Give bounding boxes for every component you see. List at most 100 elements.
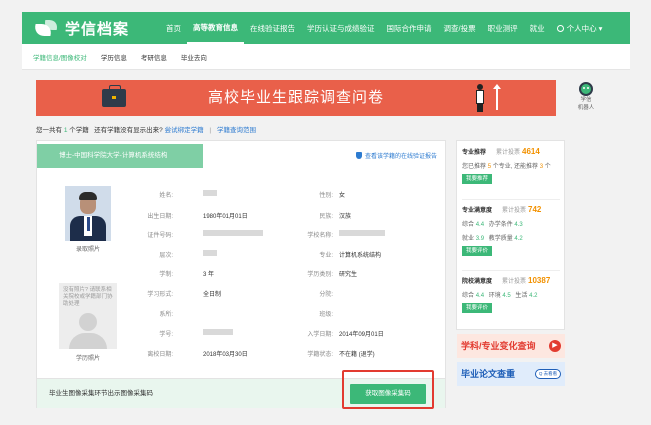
- admission-photo-label: 录取照片: [75, 247, 100, 253]
- nav-home[interactable]: 首页: [160, 12, 187, 44]
- birth-label: 出生日期:: [147, 214, 173, 220]
- sid-label: 学号:: [159, 332, 173, 338]
- robot-label-2: 机器人: [577, 105, 595, 111]
- query-scope-link[interactable]: 学籍查询范围: [217, 127, 256, 134]
- main-nav: 首页 高等教育信息 在线验证报告 学历认证与成绩验证 国际合作申请 调查/投票 …: [160, 12, 551, 44]
- name-label: 姓名:: [159, 193, 173, 199]
- record-count: 1: [63, 127, 68, 134]
- sub-nav: 学籍信息/图像校对 学历信息 考研信息 毕业去向: [22, 44, 630, 70]
- name-value-masked: [203, 190, 217, 196]
- major-change-query-text: 学科/专业变化查询: [461, 341, 536, 351]
- level-value-masked: [203, 250, 217, 256]
- enroll-label: 入学日期:: [307, 332, 333, 338]
- major-recommend-line: 您已推荐 5 个专业, 还能推荐 3 个: [462, 164, 551, 170]
- school-value-masked: [339, 230, 385, 236]
- dept-label: 系所:: [159, 312, 173, 318]
- subnav-status-photo[interactable]: 学籍信息/图像校对: [26, 44, 94, 70]
- degree-photo-label: 学历照片: [75, 356, 100, 362]
- major-recommend-section: 专业推荐 累计投票 4614 您已推荐 5 个专业, 还能推荐 3 个 我要推荐: [462, 147, 562, 184]
- rate-school-button[interactable]: 我要评价: [462, 303, 493, 313]
- school-satisfaction-line: 综合 4.4 环境 4.5 生活 4.2: [462, 293, 538, 299]
- status-value: 不在籍 (退学): [339, 352, 375, 358]
- leave-label: 离校日期:: [147, 352, 173, 358]
- side-divider: [462, 199, 560, 200]
- major-recommend-votes: 4614: [522, 147, 540, 156]
- robot-helper[interactable]: 学信 机器人: [575, 82, 597, 112]
- form-label: 学习形式:: [147, 292, 173, 298]
- major-recommend-title: 专业推荐 累计投票 4614: [462, 147, 540, 156]
- gender-label: 性别:: [319, 193, 333, 199]
- rate-major-button[interactable]: 我要评价: [462, 246, 493, 256]
- school-satisfaction-votes: 10387: [528, 276, 551, 285]
- record-count-line: 您一共有 1 个学籍 还有学籍没有显示出来? 尝试绑定学籍 | 学籍查询范围: [36, 124, 256, 134]
- thesis-check-ad[interactable]: 毕业论文查重 Q 去看看: [457, 362, 565, 386]
- missing-question: 还有学籍没有显示出来?: [94, 127, 163, 134]
- shield-icon: [355, 152, 362, 159]
- thesis-check-text: 毕业论文查重: [461, 369, 516, 379]
- nav-career-test[interactable]: 职业测评: [482, 12, 524, 44]
- subnav-exam-info[interactable]: 考研信息: [134, 44, 174, 70]
- arrow-up-icon: [493, 84, 501, 110]
- play-arrow-icon: ▶: [549, 340, 561, 352]
- birth-value: 1980年01月01日: [203, 214, 248, 220]
- school-label: 学校名称:: [307, 233, 333, 239]
- side-panel: 专业推荐 累计投票 4614 您已推荐 5 个专业, 还能推荐 3 个 我要推荐 专…: [456, 140, 565, 330]
- image-code-hint: 毕业生图像采集环节出示图像采集码: [49, 390, 153, 397]
- count-prefix: 您一共有: [36, 127, 62, 134]
- type-value: 研究生: [339, 272, 358, 278]
- side-divider: [462, 270, 560, 271]
- link-separator: |: [209, 127, 212, 134]
- form-value: 全日制: [203, 292, 222, 298]
- bind-record-link[interactable]: 尝试绑定学籍: [165, 127, 204, 134]
- verify-report-label: 查看该学籍的在线验证报告: [364, 154, 437, 160]
- gender-value: 女: [339, 193, 346, 199]
- user-center-label: 个人中心 ▾: [566, 23, 603, 33]
- major-satisfaction-votes: 742: [528, 205, 542, 214]
- subnav-degree-info[interactable]: 学历信息: [94, 44, 134, 70]
- school-satisfaction-title: 院校满意度 累计投票 10387: [462, 276, 551, 285]
- level-label: 层次:: [159, 253, 173, 259]
- length-value: 3 年: [203, 272, 215, 278]
- length-label: 学制:: [159, 272, 173, 278]
- record-tab[interactable]: 博士-中国科学院大学-计算机系统结构: [37, 144, 203, 168]
- count-suffix: 个学籍: [69, 127, 89, 134]
- id-label: 证件号码:: [147, 233, 173, 239]
- top-nav-bar: 学信档案 首页 高等教育信息 在线验证报告 学历认证与成绩验证 国际合作申请 调…: [22, 12, 630, 44]
- nav-survey[interactable]: 调查/投票: [438, 12, 482, 44]
- subnav-destination[interactable]: 毕业去向: [174, 44, 214, 70]
- class-label: 班级:: [319, 312, 333, 318]
- major-change-query-ad[interactable]: 学科/专业变化查询 ▶: [457, 334, 565, 358]
- major-satisfaction-line-1: 综合 4.4 办学条件 4.3: [462, 222, 523, 228]
- branch-label: 分院:: [319, 292, 333, 298]
- nav-certification[interactable]: 学历认证与成绩验证: [301, 12, 381, 44]
- school-satisfaction-section: 院校满意度 累计投票 10387 综合 4.4 环境 4.5 生活 4.2 我要评价: [462, 276, 562, 313]
- ethnic-label: 民族:: [319, 214, 333, 220]
- leave-value: 2018年03月30日: [203, 352, 248, 358]
- degree-photo-placeholder: 没有照片? 请联系相关院校或学籍部门协助处理: [59, 283, 117, 349]
- avatar-placeholder-icon: [79, 313, 97, 331]
- site-logo[interactable]: 学信档案: [34, 18, 154, 39]
- major-satisfaction-section: 专业满意度 累计投票 742 综合 4.4 办学条件 4.3 就业 3.9 教学质量…: [462, 205, 562, 256]
- major-satisfaction-line-2: 就业 3.9 教学质量 4.2: [462, 236, 523, 242]
- admission-photo: [65, 186, 111, 241]
- nav-higher-education[interactable]: 高等教育信息: [187, 12, 244, 44]
- sid-value-masked: [203, 329, 233, 335]
- robot-label-1: 学信: [580, 97, 592, 103]
- id-value-masked: [203, 230, 263, 236]
- highlight-box: [342, 370, 434, 409]
- nav-online-verification[interactable]: 在线验证报告: [244, 12, 301, 44]
- logo-text: 学信档案: [65, 20, 130, 38]
- logo-icon: [34, 20, 60, 36]
- student-record-card: 博士-中国科学院大学-计算机系统结构 查看该学籍的在线验证报告 录取照片 没有照…: [36, 140, 446, 409]
- nav-international[interactable]: 国际合作申请: [381, 12, 438, 44]
- verify-report-link[interactable]: 查看该学籍的在线验证报告: [355, 151, 437, 160]
- ethnic-value: 汉族: [339, 214, 352, 220]
- user-center-menu[interactable]: 个人中心 ▾: [556, 23, 603, 34]
- user-icon: [556, 24, 564, 32]
- nav-employment[interactable]: 就业: [524, 12, 551, 44]
- robot-icon: [579, 82, 593, 96]
- recommend-button[interactable]: 我要推荐: [462, 174, 493, 184]
- graduate-figure-icon: [472, 84, 488, 112]
- no-photo-text: 没有照片? 请联系相关院校或学籍部门协助处理: [63, 287, 113, 307]
- survey-banner[interactable]: 高校毕业生跟踪调查问卷: [36, 80, 556, 116]
